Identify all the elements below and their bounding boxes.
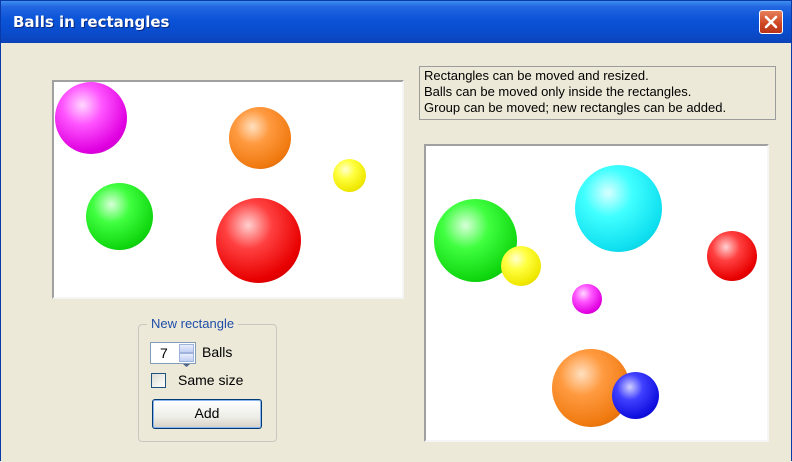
client-area: Rectangles can be moved and resized. Bal… [1, 43, 791, 462]
spin-buttons [179, 344, 194, 367]
same-size-label[interactable]: Same size [178, 372, 243, 388]
ball-orange[interactable] [229, 107, 291, 169]
left-rectangle[interactable] [52, 80, 404, 299]
info-line-3: Group can be moved; new rectangles can b… [424, 100, 727, 115]
ball-yellow[interactable] [333, 159, 366, 192]
ball-yellow[interactable] [501, 246, 541, 286]
balls-label: Balls [202, 344, 233, 360]
close-button[interactable] [759, 10, 783, 34]
spin-up-icon[interactable] [179, 344, 194, 358]
balls-count-value[interactable]: 7 [160, 345, 168, 361]
spin-down-icon[interactable] [179, 353, 194, 367]
title-bar[interactable]: Balls in rectangles [1, 1, 791, 43]
window-title: Balls in rectangles [13, 13, 170, 31]
ball-cyan[interactable] [575, 165, 662, 252]
info-text-box: Rectangles can be moved and resized. Bal… [419, 66, 776, 120]
ball-magenta[interactable] [572, 284, 602, 314]
close-icon [764, 15, 778, 29]
group-legend: New rectangle [147, 316, 239, 331]
balls-count-stepper[interactable]: 7 [150, 342, 196, 367]
same-size-checkbox[interactable] [151, 373, 166, 388]
ball-red[interactable] [707, 231, 757, 281]
ball-red[interactable] [216, 198, 301, 283]
right-rectangle[interactable] [424, 144, 769, 442]
ball-green[interactable] [86, 183, 153, 250]
app-window: Balls in rectangles Rectangles can be mo… [0, 0, 792, 462]
info-line-1: Rectangles can be moved and resized. [424, 68, 649, 83]
ball-blue[interactable] [612, 372, 659, 419]
ball-magenta[interactable] [55, 82, 127, 154]
info-line-2: Balls can be moved only inside the recta… [424, 84, 692, 99]
add-button[interactable]: Add [152, 399, 262, 429]
new-rectangle-group: New rectangle 7 Balls Same size Add [138, 316, 277, 442]
